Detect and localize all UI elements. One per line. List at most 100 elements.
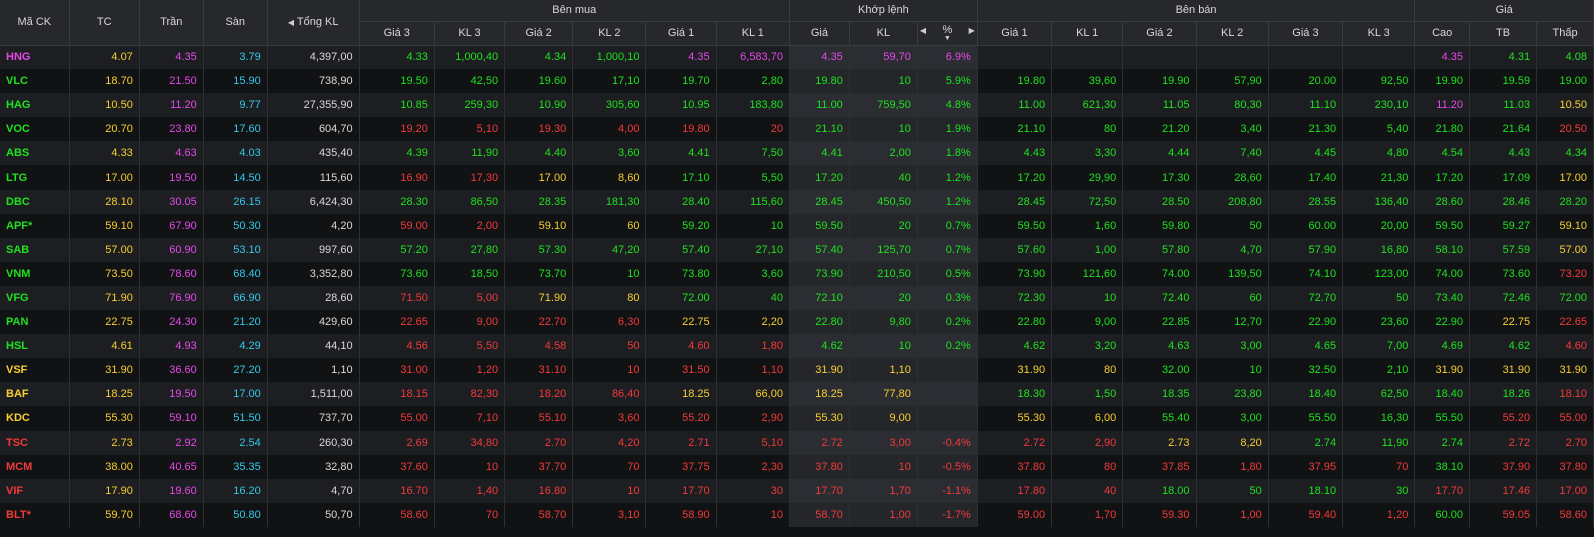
match-price-cell[interactable]: 59.50 bbox=[789, 213, 850, 238]
match-vol-cell[interactable]: 759,50 bbox=[849, 93, 918, 118]
ref-price-cell[interactable]: 10.50 bbox=[69, 93, 140, 118]
match-pct-cell[interactable]: -0.5% bbox=[917, 454, 978, 479]
header-match-pct[interactable]: ◀ ▶ % ▼ bbox=[917, 21, 978, 46]
total-volume-cell[interactable]: 32,80 bbox=[267, 454, 360, 479]
buy-price-1-cell[interactable]: 73.80 bbox=[645, 261, 717, 286]
header-floor[interactable]: Sàn bbox=[203, 0, 268, 46]
buy-vol-2-cell[interactable]: 3,60 bbox=[572, 406, 647, 431]
low-price-cell[interactable]: 72.00 bbox=[1536, 285, 1594, 311]
sell-price-2-cell[interactable]: 28.50 bbox=[1122, 189, 1197, 214]
ref-price-cell[interactable]: 38.00 bbox=[69, 454, 140, 479]
table-row[interactable]: VSF 31.90 36.60 27.20 1,10 31.00 1,20 31.10 10 31… bbox=[0, 358, 1594, 383]
low-price-cell[interactable]: 58.60 bbox=[1536, 502, 1594, 527]
match-pct-cell[interactable]: 1.8% bbox=[917, 141, 978, 166]
avg-price-cell[interactable]: 37.90 bbox=[1469, 454, 1538, 479]
buy-price-2-cell[interactable]: 2.70 bbox=[504, 430, 574, 455]
ref-price-cell[interactable]: 57.00 bbox=[69, 237, 140, 262]
match-price-cell[interactable]: 21.10 bbox=[789, 117, 850, 142]
buy-price-1-cell[interactable]: 19.70 bbox=[645, 69, 717, 94]
avg-price-cell[interactable]: 22.75 bbox=[1469, 310, 1538, 335]
sell-price-3-cell[interactable]: 74.10 bbox=[1268, 261, 1344, 286]
buy-price-2-cell[interactable]: 59.10 bbox=[504, 213, 574, 238]
avg-price-cell[interactable]: 17.46 bbox=[1469, 478, 1538, 503]
low-price-cell[interactable]: 55.00 bbox=[1536, 406, 1594, 431]
buy-price-1-cell[interactable]: 10.95 bbox=[645, 93, 717, 118]
match-pct-cell[interactable]: 4.8% bbox=[917, 93, 978, 118]
ceil-price-cell[interactable]: 59.10 bbox=[139, 406, 204, 431]
buy-price-2-cell[interactable]: 17.00 bbox=[504, 165, 574, 190]
sell-price-2-cell[interactable]: 4.44 bbox=[1122, 141, 1197, 166]
sell-price-1-cell[interactable]: 55.30 bbox=[977, 406, 1053, 431]
buy-price-2-cell[interactable]: 57.30 bbox=[504, 237, 574, 262]
sell-vol-3-cell[interactable]: 5,40 bbox=[1342, 117, 1416, 142]
sell-price-1-cell[interactable]: 17.80 bbox=[977, 478, 1053, 503]
high-price-cell[interactable]: 21.80 bbox=[1414, 117, 1471, 142]
sell-price-2-cell[interactable] bbox=[1122, 45, 1197, 70]
sell-vol-2-cell[interactable]: 80,30 bbox=[1196, 93, 1269, 118]
buy-vol-2-cell[interactable]: 4,00 bbox=[572, 117, 647, 142]
buy-vol-1-cell[interactable]: 27,10 bbox=[716, 237, 790, 262]
match-vol-cell[interactable]: 77,80 bbox=[849, 382, 918, 407]
floor-price-cell[interactable]: 26.15 bbox=[203, 189, 268, 214]
avg-price-cell[interactable]: 28.46 bbox=[1469, 189, 1538, 214]
sell-vol-1-cell[interactable]: 10 bbox=[1051, 285, 1124, 311]
ceil-price-cell[interactable]: 40.65 bbox=[139, 454, 204, 479]
low-price-cell[interactable]: 10.50 bbox=[1536, 93, 1594, 118]
sell-vol-1-cell[interactable]: 80 bbox=[1051, 358, 1124, 383]
match-vol-cell[interactable]: 3,00 bbox=[849, 430, 918, 455]
total-volume-cell[interactable]: 4,397,00 bbox=[267, 45, 360, 70]
buy-vol-3-cell[interactable]: 5,10 bbox=[434, 117, 506, 142]
sell-price-1-cell[interactable] bbox=[977, 45, 1053, 70]
sell-vol-2-cell[interactable]: 57,90 bbox=[1196, 69, 1269, 94]
buy-price-2-cell[interactable]: 55.10 bbox=[504, 406, 574, 431]
buy-price-2-cell[interactable]: 58.70 bbox=[504, 502, 574, 527]
match-price-cell[interactable]: 22.80 bbox=[789, 310, 850, 335]
ref-price-cell[interactable]: 18.70 bbox=[69, 69, 140, 94]
match-pct-cell[interactable]: -0.4% bbox=[917, 430, 978, 455]
sell-vol-1-cell[interactable]: 72,50 bbox=[1051, 189, 1124, 214]
sell-price-1-cell[interactable]: 2.72 bbox=[977, 430, 1053, 455]
match-pct-cell[interactable]: 0.3% bbox=[917, 285, 978, 311]
match-price-cell[interactable]: 2.72 bbox=[789, 430, 850, 455]
ceil-price-cell[interactable]: 2.92 bbox=[139, 430, 204, 455]
ceil-price-cell[interactable]: 24.30 bbox=[139, 310, 204, 335]
sell-vol-2-cell[interactable]: 12,70 bbox=[1196, 310, 1269, 335]
header-sell-price-3[interactable]: Giá 3 bbox=[1268, 21, 1344, 46]
match-pct-cell[interactable]: -1.7% bbox=[917, 502, 978, 527]
sell-vol-3-cell[interactable]: 50 bbox=[1342, 285, 1416, 311]
sell-price-3-cell[interactable]: 72.70 bbox=[1268, 285, 1344, 311]
symbol-cell[interactable]: VSF bbox=[0, 358, 70, 383]
ref-price-cell[interactable]: 20.70 bbox=[69, 117, 140, 142]
buy-price-3-cell[interactable]: 58.60 bbox=[359, 502, 435, 527]
match-vol-cell[interactable]: 1,00 bbox=[849, 502, 918, 527]
header-total-volume[interactable]: ◀ Tổng KL bbox=[267, 0, 360, 46]
avg-price-cell[interactable]: 2.72 bbox=[1469, 430, 1538, 455]
buy-price-1-cell[interactable]: 4.41 bbox=[645, 141, 717, 166]
sell-price-2-cell[interactable]: 17.30 bbox=[1122, 165, 1197, 190]
total-volume-cell[interactable]: 3,352,80 bbox=[267, 261, 360, 286]
buy-vol-3-cell[interactable]: 7,10 bbox=[434, 406, 506, 431]
sell-price-2-cell[interactable]: 19.90 bbox=[1122, 69, 1197, 94]
total-volume-cell[interactable]: 50,70 bbox=[267, 502, 360, 527]
buy-price-3-cell[interactable]: 10.85 bbox=[359, 93, 435, 118]
buy-price-1-cell[interactable]: 37.75 bbox=[645, 454, 717, 479]
match-price-cell[interactable]: 55.30 bbox=[789, 406, 850, 431]
ceil-price-cell[interactable]: 19.50 bbox=[139, 382, 204, 407]
match-vol-cell[interactable]: 10 bbox=[849, 334, 918, 359]
buy-price-1-cell[interactable]: 4.35 bbox=[645, 45, 717, 70]
ceil-price-cell[interactable]: 36.60 bbox=[139, 358, 204, 383]
buy-vol-3-cell[interactable]: 1,20 bbox=[434, 358, 506, 383]
high-price-cell[interactable]: 28.60 bbox=[1414, 189, 1471, 214]
floor-price-cell[interactable]: 17.00 bbox=[203, 382, 268, 407]
symbol-cell[interactable]: KDC bbox=[0, 406, 70, 431]
sell-vol-2-cell[interactable]: 208,80 bbox=[1196, 189, 1269, 214]
sell-price-2-cell[interactable]: 74.00 bbox=[1122, 261, 1197, 286]
symbol-cell[interactable]: PAN bbox=[0, 310, 70, 335]
buy-vol-2-cell[interactable]: 3,10 bbox=[572, 502, 647, 527]
sell-price-3-cell[interactable] bbox=[1268, 45, 1344, 70]
total-volume-cell[interactable]: 115,60 bbox=[267, 165, 360, 190]
buy-vol-2-cell[interactable]: 3,60 bbox=[572, 141, 647, 166]
match-price-cell[interactable]: 17.70 bbox=[789, 478, 850, 503]
sell-price-1-cell[interactable]: 11.00 bbox=[977, 93, 1053, 118]
low-price-cell[interactable]: 28.20 bbox=[1536, 189, 1594, 214]
